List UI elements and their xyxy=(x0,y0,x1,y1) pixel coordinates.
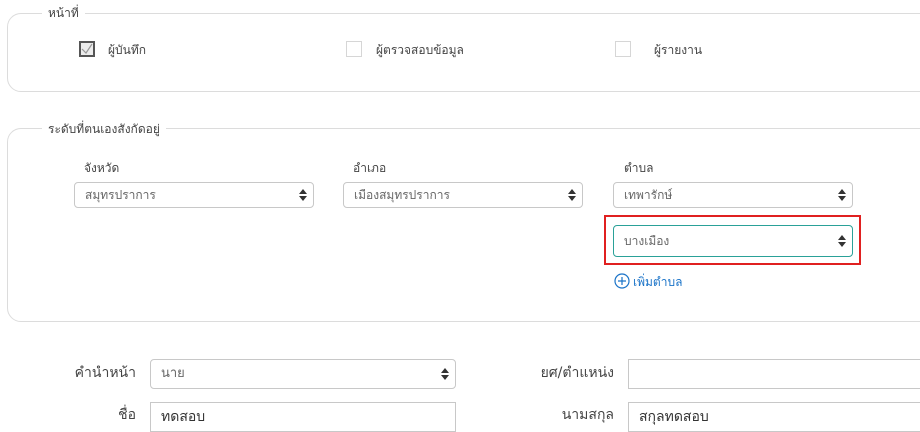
recorder-checkbox[interactable] xyxy=(79,41,95,57)
subdistrict-select[interactable]: เทพารักษ์ xyxy=(613,182,853,208)
select-arrows-icon xyxy=(441,368,449,380)
province-label: จังหวัด xyxy=(84,161,120,175)
lastname-input[interactable]: สกุลทดสอบ xyxy=(628,402,920,432)
prefix-select[interactable]: นาย xyxy=(150,359,456,389)
prefix-label: คำนำหน้า xyxy=(74,365,136,381)
province-value: สมุทรปราการ xyxy=(85,188,156,202)
select-arrows-icon xyxy=(838,189,846,201)
reporter-checkbox[interactable] xyxy=(615,41,631,57)
district-value: เมืองสมุทรปราการ xyxy=(354,188,450,202)
roles-legend: หน้าที่ xyxy=(42,5,85,21)
reporter-label: ผู้รายงาน xyxy=(654,43,703,57)
subdistrict-label: ตำบล xyxy=(624,161,654,175)
select-arrows-icon xyxy=(838,235,846,247)
plus-circle-icon[interactable] xyxy=(614,273,630,289)
province-select[interactable]: สมุทรปราการ xyxy=(74,182,314,208)
select-arrows-icon xyxy=(299,189,307,201)
district-label: อำเภอ xyxy=(353,161,387,175)
check-icon xyxy=(81,43,93,54)
rank-input[interactable] xyxy=(628,359,920,389)
checker-label: ผู้ตรวจสอบข้อมูล xyxy=(376,43,464,57)
add-subdistrict-link[interactable]: เพิ่มตำบล xyxy=(633,274,682,290)
firstname-label: ชื่อ xyxy=(118,407,136,423)
subdistrict2-value: บางเมือง xyxy=(624,234,670,248)
lastname-label: นามสกุล xyxy=(561,407,614,423)
subdistrict-value: เทพารักษ์ xyxy=(624,188,673,202)
firstname-input[interactable]: ทดสอบ xyxy=(150,402,456,432)
subdistrict2-select[interactable]: บางเมือง xyxy=(613,225,853,257)
checker-checkbox[interactable] xyxy=(346,41,362,57)
select-arrows-icon xyxy=(568,189,576,201)
rank-label: ยศ/ตำแหน่ง xyxy=(540,365,614,381)
district-select[interactable]: เมืองสมุทรปราการ xyxy=(343,182,583,208)
recorder-label: ผู้บันทึก xyxy=(108,43,147,57)
prefix-value: นาย xyxy=(161,366,185,381)
affiliation-legend: ระดับที่ตนเองสังกัดอยู่ xyxy=(42,121,166,137)
